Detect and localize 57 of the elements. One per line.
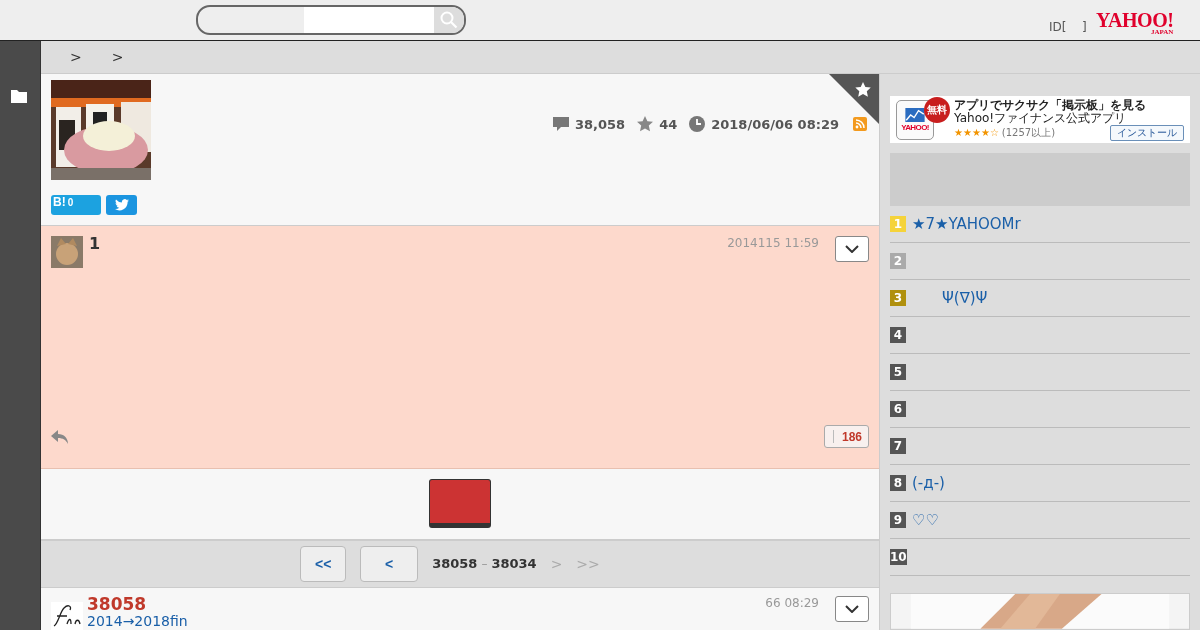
rank-badge: 8 bbox=[890, 475, 906, 492]
breadcrumb-separator: > bbox=[111, 49, 124, 65]
page-range-end: 38034 bbox=[491, 556, 537, 572]
rank-badge: 9 bbox=[890, 512, 906, 529]
first-page-button[interactable]: << bbox=[300, 545, 347, 582]
ranking-link[interactable]: (-д-) bbox=[912, 474, 945, 493]
avatar-icon[interactable] bbox=[51, 602, 83, 630]
star-icon bbox=[637, 116, 654, 132]
clock-icon bbox=[689, 116, 706, 132]
chevron-down-icon bbox=[845, 245, 859, 254]
dropdown-button[interactable] bbox=[835, 596, 869, 622]
comment-title-link[interactable]: 2014→2018fin bbox=[87, 613, 188, 629]
search-button[interactable] bbox=[434, 7, 464, 33]
rank-badge: 7 bbox=[890, 438, 906, 455]
ranking-link[interactable]: ♡♡ bbox=[912, 511, 939, 530]
comment-number: 1 bbox=[89, 236, 101, 253]
comment-date: 66 08:29 bbox=[765, 596, 819, 610]
rank-badge: 4 bbox=[890, 327, 906, 344]
chart-icon bbox=[905, 107, 925, 122]
rank-badge: 10 bbox=[890, 549, 907, 566]
chevron-down-icon bbox=[845, 605, 859, 613]
breadcrumb-separator: > bbox=[70, 49, 82, 65]
rank-badge: 6 bbox=[890, 401, 906, 418]
dropdown-button[interactable] bbox=[835, 236, 869, 263]
previous-page-button[interactable]: < bbox=[360, 545, 419, 582]
ranking-link[interactable]: ★7★YAHOOMr bbox=[912, 215, 1021, 234]
page-range-start: 38058 bbox=[432, 556, 478, 572]
rating-stars: ★★★★☆ bbox=[954, 127, 999, 139]
comment-count: 38,058 bbox=[574, 116, 626, 132]
ad-title: アプリでサクサク「掲示板」を見る bbox=[954, 98, 1147, 112]
post-button[interactable] bbox=[429, 479, 491, 529]
like-button[interactable]: 186 bbox=[823, 425, 869, 449]
ranking-link[interactable]: Ψ(∇)Ψ bbox=[912, 288, 988, 308]
hatena-bookmark-button[interactable]: B! 0 bbox=[51, 195, 101, 215]
range-dash: – bbox=[481, 556, 488, 571]
rank-badge: 2 bbox=[890, 253, 906, 270]
comment-number: 38058 bbox=[87, 596, 148, 614]
twitter-button[interactable] bbox=[106, 195, 137, 215]
favorite-count: 44 bbox=[659, 116, 678, 132]
app-icon-logo: YAHOO! bbox=[901, 123, 929, 132]
ad-subtitle: Yahoo!ファイナンス公式アプリ bbox=[954, 111, 1127, 125]
search-icon bbox=[440, 11, 458, 29]
rank-badge: 5 bbox=[890, 364, 906, 381]
login-id-text[interactable]: ID[ bbox=[1049, 20, 1067, 34]
reply-icon[interactable] bbox=[51, 429, 69, 444]
bird-icon bbox=[114, 199, 129, 211]
install-button[interactable]: インストール bbox=[1110, 124, 1184, 141]
rank-badge: 3 bbox=[890, 290, 906, 307]
updated-time: 2018/06/06 08:29 bbox=[711, 116, 839, 132]
comment-date: 2014115 11:59 bbox=[727, 236, 819, 251]
rank-badge: 1 bbox=[890, 216, 906, 233]
free-badge: 無料 bbox=[924, 97, 950, 123]
folder-icon[interactable] bbox=[11, 89, 27, 103]
login-id-text: ] bbox=[1082, 20, 1087, 34]
search-field[interactable] bbox=[196, 5, 466, 35]
review-count: (1257以上) bbox=[1001, 127, 1056, 139]
comment-icon bbox=[552, 116, 569, 132]
